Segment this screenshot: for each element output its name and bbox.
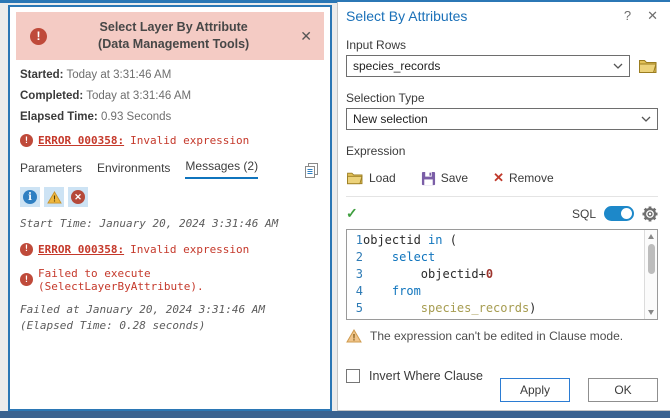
sql-mode-row: ✓ SQL: [346, 196, 658, 222]
expression-toolbar: Load Save ✕ Remove: [346, 170, 658, 186]
scrollbar-thumb[interactable]: [648, 244, 655, 274]
message-error: ! ERROR 000358: Invalid expression: [20, 243, 320, 256]
message-start-time: Start Time: January 20, 2024 3:31:46 AM: [20, 216, 320, 232]
sql-editor-lines: 1objectid in (2 select3 objectid+04 from…: [347, 230, 644, 319]
checkbox-box[interactable]: [346, 369, 360, 383]
filter-error-button[interactable]: ✕: [68, 187, 88, 207]
checkbox-label: Invert Where Clause: [369, 369, 483, 383]
tab-parameters[interactable]: Parameters: [20, 161, 82, 179]
browse-folder-icon[interactable]: [638, 58, 658, 74]
select-by-attributes-pane: Select By Attributes ? ✕ Input Rows spec…: [337, 2, 670, 411]
input-rows-label: Input Rows: [346, 38, 658, 52]
error-icon: !: [30, 28, 47, 45]
remove-expression-button[interactable]: ✕ Remove: [493, 170, 554, 186]
clause-mode-warning: ! The expression can't be edited in Clau…: [346, 329, 658, 343]
apply-button[interactable]: Apply: [500, 378, 570, 402]
pane-title: Select By Attributes: [346, 8, 467, 24]
tab-environments[interactable]: Environments: [97, 161, 170, 179]
remove-x-icon: ✕: [493, 170, 504, 186]
warning-icon: !: [47, 191, 62, 204]
valid-check-icon: ✓: [346, 205, 358, 222]
svg-text:!: !: [353, 333, 356, 343]
code-line: 1objectid in (: [347, 232, 644, 249]
error-icon: !: [20, 273, 33, 286]
selection-type-label: Selection Type: [346, 91, 658, 105]
save-expression-button[interactable]: Save: [421, 171, 468, 186]
load-expression-button[interactable]: Load: [346, 171, 396, 185]
chevron-down-icon: [613, 63, 623, 69]
pane-header: Select By Attributes ? ✕: [338, 2, 670, 24]
warning-icon: !: [346, 329, 362, 343]
save-disk-icon: [421, 171, 436, 186]
close-icon[interactable]: ✕: [300, 28, 312, 45]
error-x-icon: ✕: [71, 190, 85, 204]
error-summary: ! ERROR 000358: Invalid expression: [20, 134, 320, 147]
code-line: 5 species_records): [347, 300, 644, 317]
close-icon[interactable]: ✕: [647, 8, 658, 24]
filter-info-button[interactable]: i: [20, 187, 40, 207]
error-dialog-header: ! Select Layer By Attribute (Data Manage…: [16, 12, 324, 60]
error-icon: !: [20, 134, 33, 147]
message-failed: ! Failed to execute (SelectLayerByAttrib…: [20, 267, 320, 293]
chevron-down-icon: [641, 116, 651, 122]
elapsed-row: Elapsed Time: 0.93 Seconds: [20, 111, 320, 123]
svg-text:!: !: [53, 193, 56, 203]
copy-messages-icon[interactable]: [303, 162, 320, 179]
editor-scrollbar[interactable]: [644, 230, 657, 319]
folder-icon: [346, 171, 364, 185]
gear-icon[interactable]: [642, 206, 658, 222]
completed-row: Completed: Today at 3:31:46 AM: [20, 90, 320, 102]
sql-mode-toggle[interactable]: [604, 206, 634, 221]
started-row: Started: Today at 3:31:46 AM: [20, 69, 320, 81]
ok-button[interactable]: OK: [588, 378, 658, 402]
code-line: 3 objectid+0: [347, 266, 644, 283]
code-line: 4 from: [347, 283, 644, 300]
code-line: 2 select: [347, 249, 644, 266]
sql-expression-editor[interactable]: 1objectid in (2 select3 objectid+04 from…: [346, 229, 658, 320]
error-icon: !: [20, 243, 33, 256]
filter-warning-button[interactable]: !: [44, 187, 64, 207]
input-rows-combo[interactable]: species_records: [346, 55, 630, 77]
help-icon[interactable]: ?: [624, 8, 631, 24]
scroll-up-icon[interactable]: [648, 234, 654, 239]
sql-label: SQL: [572, 207, 596, 221]
dialog-tabs: Parameters Environments Messages (2): [20, 159, 320, 179]
error-dialog: ! Select Layer By Attribute (Data Manage…: [8, 5, 332, 411]
tab-messages[interactable]: Messages (2): [185, 159, 258, 179]
info-icon: i: [23, 190, 37, 204]
error-dialog-title: Select Layer By Attribute (Data Manageme…: [47, 19, 300, 54]
message-filters: i ! ✕: [20, 187, 320, 207]
expression-label: Expression: [346, 144, 658, 158]
app-status-bar: [0, 411, 670, 418]
scroll-down-icon[interactable]: [648, 310, 654, 315]
message-failed-time: Failed at January 20, 2024 3:31:46 AM (E…: [20, 302, 320, 334]
selection-type-combo[interactable]: New selection: [346, 108, 658, 130]
